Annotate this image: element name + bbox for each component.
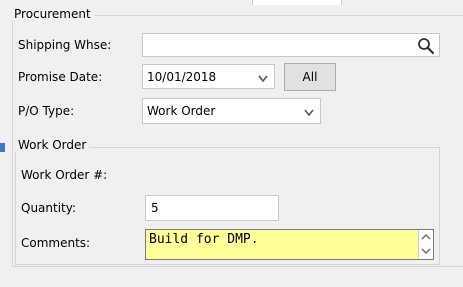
shipping-whse-input[interactable] xyxy=(142,33,440,57)
promise-date-label: Promise Date: xyxy=(18,70,103,84)
quantity-input[interactable]: 5 xyxy=(145,195,279,221)
promise-date-value: 10/01/2018 xyxy=(147,70,217,84)
shipping-whse-label: Shipping Whse: xyxy=(18,38,112,52)
work-order-legend: Work Order xyxy=(15,138,90,152)
po-type-label: P/O Type: xyxy=(18,104,75,118)
all-button-label: All xyxy=(302,70,318,84)
po-type-select[interactable]: Work Order xyxy=(142,98,321,124)
collapse-handle[interactable] xyxy=(0,143,5,152)
search-icon[interactable] xyxy=(417,37,435,55)
promise-date-picker[interactable]: 10/01/2018 xyxy=(142,64,275,89)
comments-textarea[interactable]: Build for DMP. xyxy=(145,229,434,260)
active-tab[interactable] xyxy=(252,0,342,5)
work-order-number-label: Work Order #: xyxy=(21,168,108,182)
quantity-value: 5 xyxy=(151,201,159,215)
po-type-value: Work Order xyxy=(147,104,216,118)
quantity-label: Quantity: xyxy=(21,201,77,215)
comments-scrollbar[interactable] xyxy=(418,230,433,259)
comments-value: Build for DMP. xyxy=(149,232,259,247)
arrow-up-icon[interactable] xyxy=(419,231,433,243)
arrow-down-icon[interactable] xyxy=(419,245,433,257)
chevron-down-icon[interactable] xyxy=(304,106,314,117)
procurement-legend: Procurement xyxy=(11,7,94,21)
comments-label: Comments: xyxy=(21,236,91,250)
chevron-down-icon[interactable] xyxy=(258,72,268,83)
all-button[interactable]: All xyxy=(284,63,336,91)
tab-strip xyxy=(0,0,463,5)
